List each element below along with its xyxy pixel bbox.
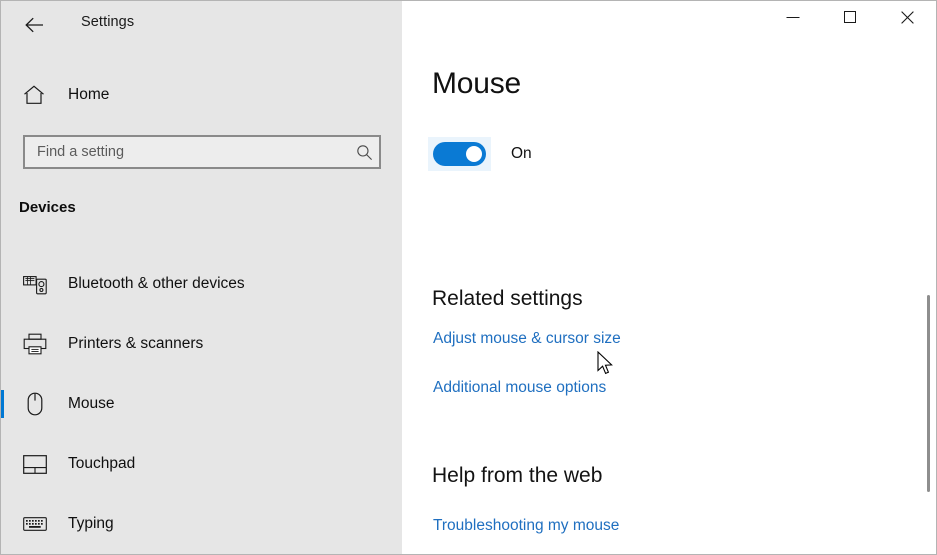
related-settings-heading: Related settings [432,287,583,311]
sidebar-item-bluetooth-other-devices[interactable]: Bluetooth & other devices [1,254,402,314]
vertical-scrollbar[interactable] [921,49,937,555]
sidebar-item-label: Printers & scanners [68,335,203,353]
close-icon [901,11,914,24]
minimize-button[interactable] [770,1,816,33]
close-button[interactable] [884,1,930,33]
keyboard-icon [22,511,48,537]
sidebar-home-label: Home [68,86,109,104]
sidebar-item-touchpad[interactable]: Touchpad [1,434,402,494]
link-additional-mouse-options[interactable]: Additional mouse options [433,379,606,397]
sidebar-item-mouse[interactable]: Mouse [1,374,402,434]
maximize-button[interactable] [827,1,873,33]
settings-window: Settings [0,0,937,555]
mouse-enable-toggle[interactable] [433,142,486,166]
sidebar-item-label: Bluetooth & other devices [68,275,245,293]
selection-indicator [1,270,4,298]
scrollbar-thumb[interactable] [927,295,930,492]
main-content: Mouse On Related settings Adjust mouse &… [402,49,937,555]
maximize-icon [844,11,856,23]
title-bar: Settings [1,1,937,49]
sidebar-nav-list: Bluetooth & other devices Printers & sca… [1,254,402,554]
mouse-enable-row: On [428,137,532,171]
selection-indicator [1,450,4,478]
page-title: Mouse [432,67,521,101]
sidebar: Home Devices [1,49,402,555]
selection-indicator [1,330,4,358]
app-title: Settings [81,14,134,30]
link-troubleshooting-my-mouse[interactable]: Troubleshooting my mouse [433,517,619,535]
back-arrow-icon [24,17,46,33]
title-bar-left-region [1,1,402,49]
search-input[interactable] [25,137,349,167]
mouse-icon [22,391,48,417]
sidebar-item-typing[interactable]: Typing [1,494,402,554]
toggle-knob [466,146,482,162]
help-from-web-heading: Help from the web [432,464,602,488]
sidebar-item-label: Typing [68,515,114,533]
selection-indicator [1,510,4,538]
toggle-state-label: On [511,145,532,163]
selection-indicator [1,390,4,418]
sidebar-item-home[interactable]: Home [1,73,402,117]
bluetooth-devices-icon [22,271,48,297]
sidebar-item-label: Touchpad [68,455,135,473]
sidebar-item-printers-scanners[interactable]: Printers & scanners [1,314,402,374]
home-icon [22,83,46,107]
minimize-icon [786,12,800,22]
sidebar-section-header: Devices [19,199,76,216]
touchpad-icon [22,451,48,477]
sidebar-item-label: Mouse [68,395,115,413]
printer-icon [22,331,48,357]
link-adjust-mouse-cursor-size[interactable]: Adjust mouse & cursor size [433,330,621,348]
search-icon[interactable] [349,144,379,161]
toggle-focus-ring [428,137,491,171]
search-box[interactable] [23,135,381,169]
back-button[interactable] [14,5,56,45]
